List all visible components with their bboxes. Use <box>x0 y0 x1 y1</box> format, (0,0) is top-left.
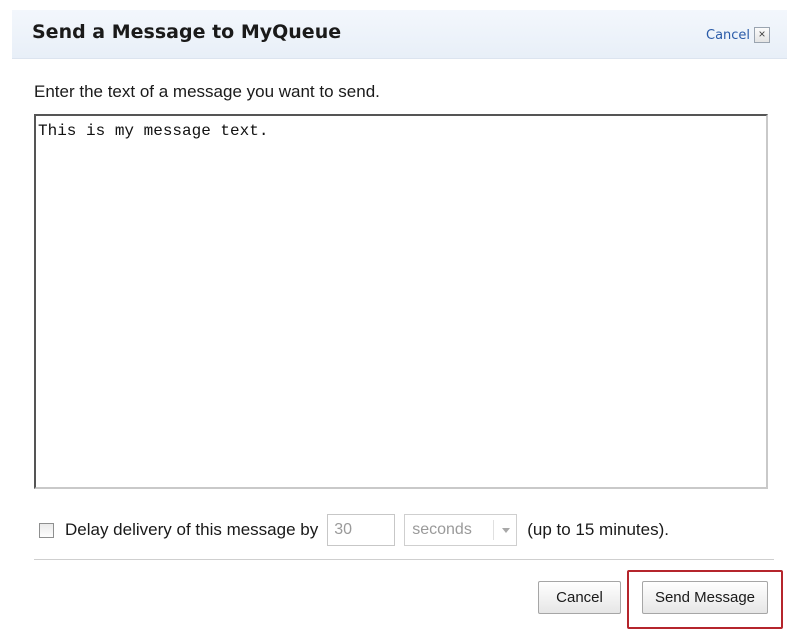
chevron-down-icon <box>502 528 511 533</box>
send-message-dialog: Send a Message to MyQueue Cancel × Enter… <box>12 10 787 634</box>
header-cancel-link[interactable]: Cancel <box>706 28 750 43</box>
message-text-input[interactable] <box>34 114 768 489</box>
delay-checkbox[interactable] <box>39 522 54 538</box>
header-cancel-group: Cancel × <box>706 27 771 43</box>
message-instruction: Enter the text of a message you want to … <box>34 82 380 101</box>
delay-limit-note: (up to 15 minutes). <box>527 520 669 539</box>
delay-unit-select[interactable]: seconds <box>404 514 518 546</box>
close-icon[interactable]: × <box>754 27 771 43</box>
delay-value-input[interactable] <box>327 514 396 546</box>
dialog-header: Send a Message to MyQueue Cancel × <box>12 10 787 59</box>
delay-label: Delay delivery of this message by <box>65 520 319 539</box>
delay-unit-value: seconds <box>412 521 472 538</box>
select-divider <box>493 520 495 540</box>
send-message-button[interactable]: Send Message <box>642 581 768 614</box>
cancel-button[interactable]: Cancel <box>538 581 621 614</box>
delay-row: Delay delivery of this message by second… <box>39 514 669 546</box>
dialog-title: Send a Message to MyQueue <box>32 21 342 43</box>
footer-divider <box>34 559 774 560</box>
